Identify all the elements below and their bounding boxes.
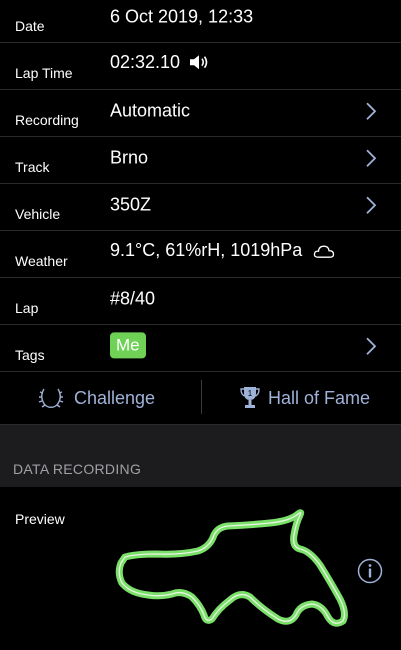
section-header: DATA RECORDING <box>0 425 401 487</box>
laurel-icon <box>36 385 66 411</box>
row-lap: Lap #8/40 <box>0 278 401 325</box>
row-recording[interactable]: Recording Automatic <box>0 90 401 137</box>
action-divider <box>201 380 202 414</box>
row-track[interactable]: Track Brno <box>0 137 401 184</box>
row-lap-time: Lap Time 02:32.10 <box>0 43 401 90</box>
section-title: DATA RECORDING <box>13 461 142 477</box>
cloud-icon <box>313 242 335 263</box>
challenge-button[interactable]: Challenge <box>36 372 155 424</box>
vehicle-label: Vehicle <box>15 206 61 222</box>
recording-value: Automatic <box>110 100 191 121</box>
lap-value: #8/40 <box>110 288 156 309</box>
preview-label: Preview <box>15 511 65 527</box>
chevron-right-icon <box>365 196 377 214</box>
lap-time-label: Lap Time <box>15 65 73 81</box>
date-value: 6 Oct 2019, 12:33 <box>110 6 254 27</box>
row-tags[interactable]: Tags Me <box>0 325 401 372</box>
lap-time-value: 02:32.10 <box>110 52 181 73</box>
svg-text:1: 1 <box>248 389 253 398</box>
recording-label: Recording <box>15 112 79 128</box>
vehicle-value: 350Z <box>110 194 152 215</box>
weather-label: Weather <box>15 253 68 269</box>
track-value: Brno <box>110 147 149 168</box>
row-weather: Weather 9.1°C, 61%rH, 1019hPa <box>0 231 401 278</box>
action-bar: Challenge 1 Hall of Fame <box>0 372 401 425</box>
track-label: Track <box>15 159 50 175</box>
tags-value: Me <box>110 332 146 359</box>
chevron-right-icon <box>365 337 377 355</box>
trophy-icon: 1 <box>240 385 260 411</box>
tag-me-badge[interactable]: Me <box>110 332 146 359</box>
tags-label: Tags <box>15 347 45 363</box>
track-map[interactable] <box>100 505 355 640</box>
hall-of-fame-button[interactable]: 1 Hall of Fame <box>240 372 370 424</box>
lap-time-value-wrap: 02:32.10 <box>110 52 209 75</box>
hall-of-fame-label: Hall of Fame <box>268 387 371 408</box>
track-outline <box>115 509 348 627</box>
chevron-right-icon <box>365 102 377 120</box>
challenge-label: Challenge <box>74 387 156 408</box>
weather-value: 9.1°C, 61%rH, 1019hPa <box>110 240 303 261</box>
lap-label: Lap <box>15 300 39 316</box>
chevron-right-icon <box>365 149 377 167</box>
row-date: Date 6 Oct 2019, 12:33 <box>0 0 401 43</box>
info-icon[interactable] <box>357 558 383 589</box>
speaker-icon[interactable] <box>189 54 209 75</box>
row-vehicle[interactable]: Vehicle 350Z <box>0 184 401 231</box>
weather-value-wrap: 9.1°C, 61%rH, 1019hPa <box>110 240 335 263</box>
date-label: Date <box>15 18 45 34</box>
